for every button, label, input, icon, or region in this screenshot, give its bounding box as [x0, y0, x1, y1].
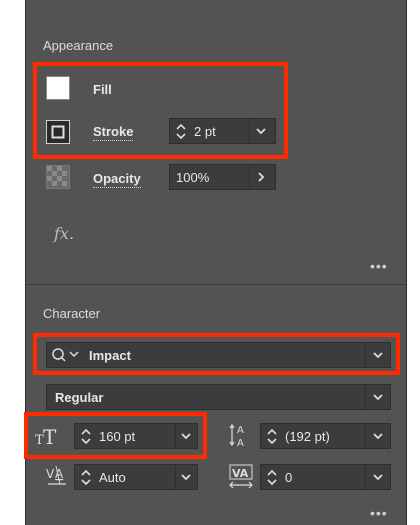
chevron-down-icon[interactable]	[371, 349, 385, 361]
stroke-icon	[51, 125, 65, 139]
stroke-weight-field[interactable]: 2 pt	[169, 118, 276, 144]
stroke-swatch[interactable]	[46, 120, 70, 144]
font-family-value[interactable]: Impact	[89, 348, 131, 363]
stepper-icon[interactable]	[265, 467, 279, 487]
character-section-title: Character	[43, 306, 101, 321]
field-divider	[175, 424, 176, 448]
opacity-label[interactable]: Opacity	[93, 171, 141, 188]
field-divider	[175, 465, 176, 489]
svg-text:V: V	[46, 467, 55, 481]
field-divider	[365, 343, 366, 367]
font-size-icon: T T	[35, 425, 57, 448]
tracking-icon: VA	[229, 464, 253, 489]
tracking-field[interactable]: 0	[260, 464, 391, 490]
section-divider	[26, 284, 406, 285]
appearance-section-title: Appearance	[43, 38, 114, 53]
field-divider	[365, 465, 366, 489]
field-divider	[249, 165, 250, 189]
chevron-right-icon[interactable]	[255, 171, 267, 183]
search-icon[interactable]	[50, 346, 84, 364]
chevron-down-icon[interactable]	[179, 430, 193, 442]
leading-value[interactable]: (192 pt)	[285, 429, 330, 444]
leading-field[interactable]: (192 pt)	[260, 423, 391, 449]
chevron-down-icon[interactable]	[371, 471, 385, 483]
more-options-icon[interactable]: •••	[370, 258, 388, 274]
stepper-icon[interactable]	[79, 426, 93, 446]
properties-panel: Appearance Fill Stroke 2 pt Opacity 100%…	[25, 0, 407, 525]
fx-button[interactable]: fx.	[54, 224, 74, 243]
chevron-down-icon[interactable]	[179, 471, 193, 483]
field-divider	[249, 119, 250, 143]
kerning-icon: V A	[46, 465, 66, 485]
font-family-field[interactable]: Impact	[46, 342, 391, 368]
opacity-field[interactable]: 100%	[169, 164, 276, 190]
field-divider	[365, 424, 366, 448]
stepper-icon[interactable]	[79, 467, 93, 487]
more-options-icon[interactable]: •••	[370, 505, 388, 521]
stroke-label[interactable]: Stroke	[93, 124, 134, 141]
kerning-field[interactable]: Auto	[74, 464, 198, 490]
tracking-value[interactable]: 0	[285, 470, 292, 485]
fill-label: Fill	[93, 82, 112, 97]
field-divider	[365, 385, 366, 409]
font-style-value[interactable]: Regular	[55, 390, 103, 405]
stroke-weight-value[interactable]: 2 pt	[194, 124, 216, 139]
stepper-icon[interactable]	[174, 121, 188, 141]
chevron-down-icon[interactable]	[254, 125, 268, 137]
opacity-value[interactable]: 100%	[176, 170, 209, 185]
chevron-down-icon[interactable]	[371, 391, 385, 403]
opacity-icon	[46, 165, 70, 189]
font-size-field[interactable]: 160 pt	[74, 423, 198, 449]
svg-text:VA: VA	[232, 467, 249, 480]
fill-swatch[interactable]	[46, 76, 70, 100]
kerning-value[interactable]: Auto	[99, 470, 126, 485]
font-size-value[interactable]: 160 pt	[99, 429, 135, 444]
chevron-down-icon[interactable]	[371, 430, 385, 442]
stepper-icon[interactable]	[265, 426, 279, 446]
leading-icon: A A	[229, 423, 244, 449]
svg-text:A: A	[237, 438, 244, 449]
font-style-field[interactable]: Regular	[46, 384, 391, 410]
svg-text:A: A	[237, 425, 244, 436]
svg-text:T: T	[43, 425, 57, 448]
